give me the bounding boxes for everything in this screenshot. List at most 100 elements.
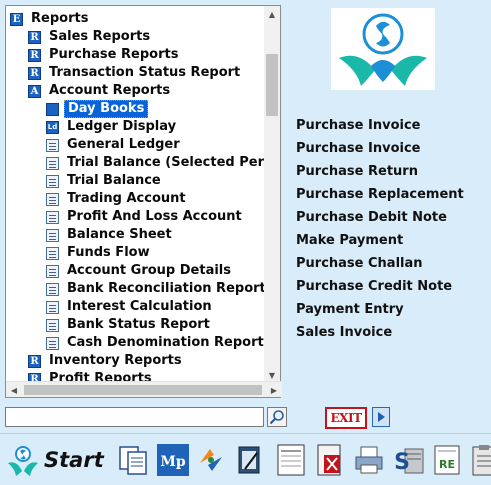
remove-doc-icon[interactable] xyxy=(313,443,347,477)
copy-icon[interactable] xyxy=(116,443,150,477)
tree-item[interactable]: R Inventory Reports xyxy=(28,352,185,370)
report-tree[interactable]: E Reports R Sales Reports R Purchase Reports R… xyxy=(5,5,282,398)
tree-item[interactable]: R Transaction Status Report xyxy=(28,64,243,82)
tree-item-label: Trial Balance (Selected Per xyxy=(67,155,264,170)
vertical-scrollbar[interactable]: ▲ ▼ xyxy=(264,6,280,383)
divider xyxy=(0,433,491,434)
quick-link[interactable]: Purchase Debit Note xyxy=(296,209,464,232)
tree-item[interactable]: A Account Reports xyxy=(28,82,173,100)
tree-item[interactable]: Interest Calculation xyxy=(46,298,215,316)
tree-item-label: Account Reports xyxy=(49,83,171,98)
journal-icon[interactable] xyxy=(274,443,308,477)
scroll-up-icon[interactable]: ▲ xyxy=(264,6,280,22)
svg-text:Mp: Mp xyxy=(160,454,185,470)
report-doc-icon xyxy=(46,318,59,332)
start-label: Start xyxy=(44,448,104,472)
notepad-icon[interactable] xyxy=(233,443,267,477)
tree-item[interactable]: Balance Sheet xyxy=(46,226,175,244)
tree-item[interactable]: Account Group Details xyxy=(46,262,234,280)
tree-item-label: Ledger Display xyxy=(67,119,177,134)
tree-item-label: Reports xyxy=(31,11,89,26)
report-doc-icon xyxy=(46,246,59,260)
report-doc-icon xyxy=(46,336,59,350)
tree-item[interactable]: Funds Flow xyxy=(46,244,153,262)
search-button[interactable] xyxy=(267,407,287,427)
clipboard-icon[interactable] xyxy=(468,443,491,477)
quick-link[interactable]: Purchase Return xyxy=(296,163,464,186)
tree-item-label: Profit And Loss Account xyxy=(67,209,242,224)
tree-item[interactable]: Ld Ledger Display xyxy=(46,118,179,136)
tree-item[interactable]: Bank Reconciliation Report xyxy=(46,280,266,298)
quick-link[interactable]: Purchase Invoice xyxy=(296,140,464,163)
mp-icon[interactable]: Mp xyxy=(156,443,190,477)
scroll-left-icon[interactable]: ◀ xyxy=(6,382,22,398)
play-arrow-icon xyxy=(378,412,385,422)
scroll-thumb[interactable] xyxy=(266,54,278,116)
report-doc-icon xyxy=(46,174,59,188)
quick-link[interactable]: Payment Entry xyxy=(296,301,464,324)
printer-icon[interactable] xyxy=(352,443,386,477)
quick-link[interactable]: Purchase Challan xyxy=(296,255,464,278)
daybook-icon xyxy=(46,102,59,116)
tree-item-label: Inventory Reports xyxy=(49,353,182,368)
tree-item-label: Transaction Status Report xyxy=(49,65,241,80)
tree-item-label: Bank Reconciliation Report xyxy=(67,281,266,296)
report-doc-icon xyxy=(46,282,59,296)
report-doc-icon xyxy=(46,300,59,314)
report-doc-icon xyxy=(46,138,59,152)
tree-item[interactable]: Trial Balance xyxy=(46,172,164,190)
tree-item-label: Purchase Reports xyxy=(49,47,179,62)
report-doc-icon xyxy=(46,192,59,206)
report-letter-icon: R xyxy=(28,66,41,80)
tree-item-label: Funds Flow xyxy=(67,245,150,260)
exit-button[interactable]: EXIT xyxy=(325,407,367,429)
tree-item-label: Trading Account xyxy=(67,191,186,206)
s-server-icon[interactable]: S xyxy=(391,443,425,477)
tree-item[interactable]: R Sales Reports xyxy=(28,28,153,46)
tree-rows: E Reports R Sales Reports R Purchase Reports R… xyxy=(6,6,266,383)
horizontal-scrollbar[interactable]: ◀ ▶ xyxy=(6,381,282,397)
tree-item-label: Sales Reports xyxy=(49,29,151,44)
search-input[interactable] xyxy=(5,407,264,427)
refresh-arrows-icon[interactable] xyxy=(194,443,228,477)
report-letter-icon: A xyxy=(28,84,41,98)
tree-item[interactable]: R Purchase Reports xyxy=(28,46,181,64)
tree-item[interactable]: Trading Account xyxy=(46,190,189,208)
tree-item-label: Account Group Details xyxy=(67,263,231,278)
scroll-right-icon[interactable]: ▶ xyxy=(266,382,282,398)
tree-item-label: Day Books xyxy=(64,100,149,118)
report-letter-icon: R xyxy=(28,354,41,368)
report-doc-icon xyxy=(46,210,59,224)
quick-link[interactable]: Purchase Credit Note xyxy=(296,278,464,301)
tree-item[interactable]: Trial Balance (Selected Per xyxy=(46,154,266,172)
quick-link[interactable]: Make Payment xyxy=(296,232,464,255)
tree-item[interactable]: Bank Status Report xyxy=(46,316,213,334)
tree-item-label: Trial Balance xyxy=(67,173,161,188)
tree-item[interactable]: General Ledger xyxy=(46,136,183,154)
tree-item-label: Cash Denomination Report xyxy=(67,335,264,350)
tree-item[interactable]: Day Books xyxy=(46,100,149,118)
next-button[interactable] xyxy=(372,407,390,427)
quick-links: Purchase Invoice Purchase Invoice Purchase… xyxy=(296,117,464,347)
report-letter-icon: R xyxy=(28,30,41,44)
quick-link[interactable]: Purchase Invoice xyxy=(296,117,464,140)
taskbar: Start Mp S RE xyxy=(0,440,491,485)
report-doc-icon xyxy=(46,264,59,278)
svg-text:S: S xyxy=(394,450,410,475)
tree-item-label: Bank Status Report xyxy=(67,317,210,332)
start-logo-icon xyxy=(8,446,38,476)
hscroll-thumb[interactable] xyxy=(24,385,262,395)
exit-label: EXIT xyxy=(330,411,363,425)
tree-item[interactable]: E Reports xyxy=(10,10,91,28)
company-logo xyxy=(331,8,435,90)
magnifier-icon xyxy=(269,410,284,425)
start-button[interactable]: Start xyxy=(6,442,110,478)
svg-text:RE: RE xyxy=(439,458,455,471)
quick-link[interactable]: Sales Invoice xyxy=(296,324,464,347)
tree-item[interactable]: Profit And Loss Account xyxy=(46,208,245,226)
tree-item-label: Interest Calculation xyxy=(67,299,212,314)
logo-graphic xyxy=(339,13,427,86)
report-re-icon[interactable]: RE xyxy=(430,443,464,477)
tree-item[interactable]: Cash Denomination Report xyxy=(46,334,266,352)
quick-link[interactable]: Purchase Replacement xyxy=(296,186,464,209)
